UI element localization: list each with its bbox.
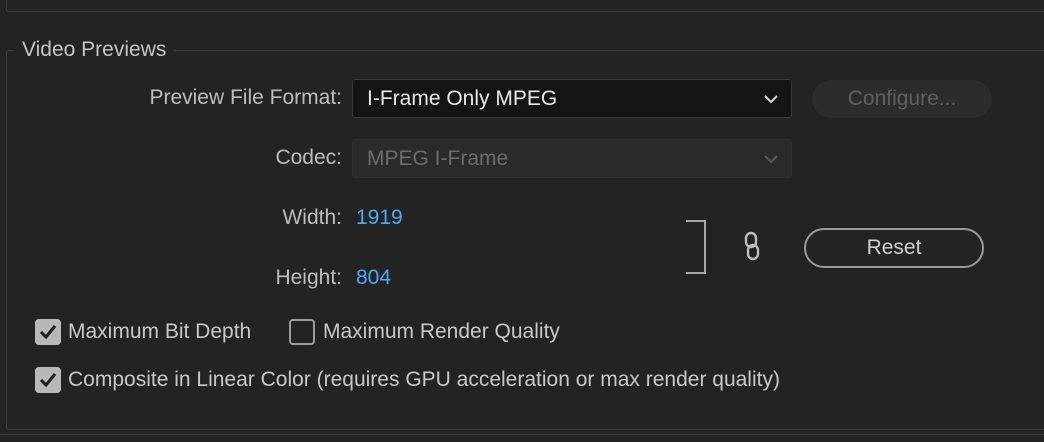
composite-linear-checkbox[interactable] [35, 367, 61, 393]
preview-format-label: Preview File Format: [149, 86, 342, 109]
codec-label: Codec: [275, 146, 342, 169]
group-title: Video Previews [14, 36, 175, 64]
preview-format-value: I-Frame Only MPEG [367, 87, 558, 110]
previous-group-frame [6, 0, 1044, 12]
checkmark-icon [39, 325, 57, 340]
link-icon[interactable] [740, 230, 764, 262]
video-previews-panel: Video Previews Preview File Format: I-Fr… [0, 0, 1044, 442]
codec-dropdown[interactable]: MPEG I-Frame [352, 139, 792, 178]
height-label: Height: [275, 266, 342, 289]
codec-value: MPEG I-Frame [367, 147, 509, 170]
checkmark-icon [39, 373, 57, 388]
width-label: Width: [282, 206, 342, 229]
width-value[interactable]: 1919 [356, 204, 403, 232]
max-render-quality-checkbox[interactable] [289, 319, 315, 345]
divider [0, 434, 1044, 435]
configure-button[interactable]: Configure... [812, 80, 992, 118]
max-bit-depth-label[interactable]: Maximum Bit Depth [68, 318, 251, 346]
preview-format-dropdown[interactable]: I-Frame Only MPEG [352, 79, 792, 118]
max-render-quality-label[interactable]: Maximum Render Quality [323, 318, 560, 346]
chevron-down-icon [764, 95, 778, 104]
max-bit-depth-checkbox[interactable] [35, 319, 61, 345]
composite-linear-label[interactable]: Composite in Linear Color (requires GPU … [68, 366, 780, 394]
chevron-down-icon [764, 155, 778, 164]
aspect-bracket [686, 220, 706, 274]
height-value[interactable]: 804 [356, 264, 391, 292]
reset-button[interactable]: Reset [804, 228, 984, 268]
